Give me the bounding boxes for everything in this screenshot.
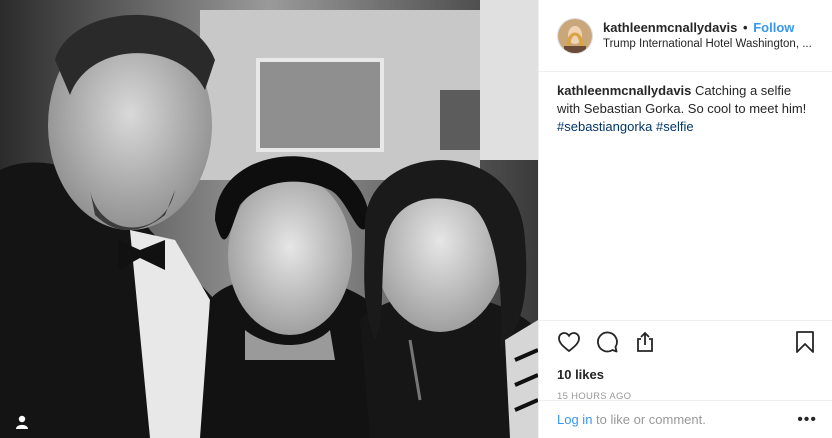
location-link[interactable]: Trump International Hotel Washington, ..… (603, 36, 828, 52)
header-text: kathleenmcnallydavis • Follow Trump Inte… (603, 20, 816, 52)
login-prompt: to like or comment. (592, 412, 706, 427)
avatar[interactable] (557, 17, 593, 54)
like-count[interactable]: 10 likes (557, 367, 817, 382)
post-photo[interactable] (0, 0, 538, 438)
hashtag-selfie[interactable]: #selfie (656, 119, 694, 134)
post-sidebar: kathleenmcnallydavis • Follow Trump Inte… (538, 0, 832, 438)
header-top-line: kathleenmcnallydavis • Follow (603, 20, 816, 36)
follow-button[interactable]: Follow (753, 20, 794, 35)
caption: kathleenmcnallydavis Catching a selfie w… (539, 72, 832, 136)
bookmark-icon[interactable] (793, 330, 817, 354)
username-link[interactable]: kathleenmcnallydavis (603, 20, 737, 35)
hashtag-sebastiangorka[interactable]: #sebastiangorka (557, 119, 652, 134)
share-icon[interactable] (633, 330, 657, 354)
comment-icon[interactable] (595, 330, 619, 354)
post-header: kathleenmcnallydavis • Follow Trump Inte… (539, 0, 832, 72)
comment-bar: Log in to like or comment. ••• (539, 400, 832, 438)
post-actions: 10 likes 15 HOURS AGO (539, 320, 832, 402)
caption-username[interactable]: kathleenmcnallydavis (557, 83, 691, 98)
instagram-post: kathleenmcnallydavis • Follow Trump Inte… (0, 0, 832, 438)
more-options-icon[interactable]: ••• (797, 411, 817, 429)
login-link[interactable]: Log in (557, 412, 592, 427)
selfie-photo (0, 0, 538, 438)
action-icons (557, 329, 817, 355)
separator-dot: • (743, 19, 748, 35)
heart-icon[interactable] (557, 330, 581, 354)
user-tag-icon[interactable] (14, 414, 30, 430)
